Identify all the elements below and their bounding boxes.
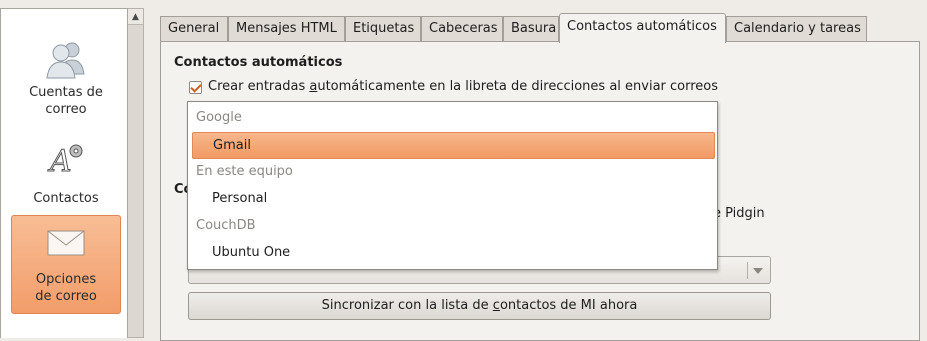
dropdown-group-header: En este equipo	[196, 164, 293, 179]
sync-im-contacts-button[interactable]: Sincronizar con la lista de contactos de…	[188, 292, 771, 320]
pidgin-checkbox-label[interactable]: e Pidgin	[713, 206, 765, 221]
sidebar-item-label: de correo	[35, 289, 97, 304]
address-book-dropdown: Google Gmail En este equipo Personal Cou…	[187, 101, 718, 270]
tab-html-messages[interactable]: Mensajes HTML	[228, 16, 345, 42]
sidebar-item-mail-options[interactable]: Opciones de correo	[11, 215, 121, 314]
tab-autocontacts[interactable]: Contactos automáticos	[559, 13, 726, 43]
tab-headers[interactable]: Cabeceras	[421, 16, 503, 42]
tab-junk[interactable]: Basura	[503, 16, 559, 42]
tab-labels[interactable]: Etiquetas	[345, 16, 421, 42]
sidebar-item-label: Contactos	[33, 191, 99, 206]
preferences-sidebar: Cuentas de correo A Contactos Opciones d…	[0, 8, 128, 338]
sidebar-item-label: Cuentas de	[29, 85, 103, 100]
dropdown-option-personal[interactable]: Personal	[212, 191, 267, 206]
mail-options-icon	[47, 230, 85, 256]
tab-general[interactable]: General	[160, 16, 228, 42]
auto-create-checkbox-label[interactable]: Crear entradas automáticamente en la lib…	[208, 79, 718, 94]
dropdown-option-gmail[interactable]: Gmail	[192, 132, 715, 159]
auto-create-checkbox[interactable]	[189, 81, 202, 94]
svg-text:A: A	[47, 144, 72, 177]
dropdown-option-ubuntu-one[interactable]: Ubuntu One	[212, 245, 290, 260]
sidebar-item-contacts[interactable]: A Contactos	[11, 137, 121, 207]
sidebar-item-accounts[interactable]: Cuentas de correo	[11, 31, 121, 126]
dropdown-group-header: Google	[196, 110, 242, 125]
combo-separator	[747, 262, 748, 279]
chevron-down-icon[interactable]	[753, 268, 763, 274]
scroll-up-arrow-icon[interactable]: ▲	[128, 9, 143, 25]
sidebar-item-label: Opciones	[35, 272, 97, 287]
sidebar-item-label: correo	[45, 102, 87, 117]
accounts-icon	[46, 42, 85, 79]
tab-calendar-tasks[interactable]: Calendario y tareas	[726, 16, 867, 42]
contacts-icon: A	[47, 144, 83, 177]
sidebar-scrollbar[interactable]: ▲	[128, 8, 144, 338]
dropdown-group-header: CouchDB	[196, 218, 256, 233]
section-title-autocontacts: Contactos automáticos	[174, 55, 343, 70]
